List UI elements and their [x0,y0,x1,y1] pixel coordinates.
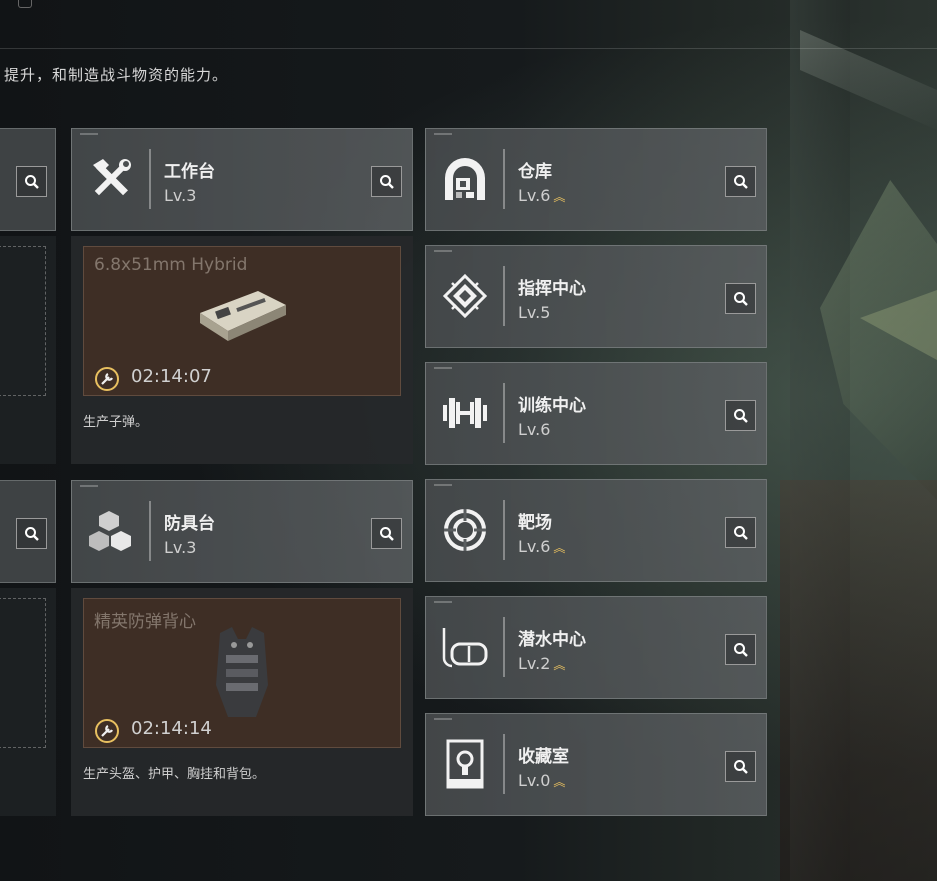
header-divider [0,48,937,49]
facility-name: 指挥中心 [518,279,586,299]
workbench-card[interactable]: 工作台 Lv.3 [71,128,413,231]
workbench-level: Lv.3 [164,186,197,205]
magnifier-icon [733,759,748,774]
background-light [860,290,937,360]
chip-icon [440,266,490,326]
magnifier-icon [24,526,39,541]
facility-name: 仓库 [518,162,552,182]
armor-bench-name: 防具台 [164,514,215,534]
craft-item-name: 6.8x51mm Hybrid [94,255,248,275]
facility-card-shooting-range[interactable]: 靶场 Lv.6 ︽ [425,479,767,582]
facility-card-command-center[interactable]: 指挥中心 Lv.5 [425,245,767,348]
magnifier-icon [379,174,394,189]
magnifier-icon [733,174,748,189]
craft-panel-partial-bottom [0,588,56,816]
facility-level: Lv.6 ︽ [518,537,565,556]
training-center-search-button[interactable] [725,400,756,431]
body-armor-image [216,627,268,717]
background-floor [780,480,937,881]
background-pillar [790,0,850,881]
magnifier-icon [733,525,748,540]
target-icon [440,500,490,560]
workbench-name: 工作台 [164,162,215,182]
armor-bench-search-button[interactable] [371,518,402,549]
magnifier-icon [24,174,39,189]
workbench-craft-panel: 6.8x51mm Hybrid 02:14:07 生产子弹。 [71,236,413,464]
facility-level: Lv.6 [518,420,551,439]
wrench-timer-icon [95,719,119,743]
diving-mask-icon [440,617,490,677]
empty-slot[interactable] [0,246,46,396]
vault-icon [440,149,490,209]
craft-item-name: 精英防弹背心 [94,612,196,632]
facility-card-diving-center[interactable]: 潜水中心 Lv.2 ︽ [425,596,767,699]
facility-card-warehouse[interactable]: 仓库 Lv.6 ︽ [425,128,767,231]
upgrade-chevron-icon: ︽ [553,541,565,555]
command-center-search-button[interactable] [725,283,756,314]
ammo-box-image [200,291,286,341]
magnifier-icon [733,291,748,306]
top-tab[interactable] [18,0,32,8]
craft-description: 生产头盔、护甲、胸挂和背包。 [83,767,266,782]
upgrade-chevron-icon: ︽ [553,658,565,672]
facility-card-partial-bottom[interactable] [0,480,56,583]
search-button[interactable] [16,518,47,549]
facility-card-partial-top[interactable] [0,128,56,231]
facility-level: Lv.5 [518,303,551,322]
facility-card-collection-room[interactable]: 收藏室 Lv.0 ︽ [425,713,767,816]
upgrade-chevron-icon: ︽ [553,775,565,789]
facility-name: 训练中心 [518,396,586,416]
craft-timer: 02:14:14 [131,718,212,739]
armor-bench-card[interactable]: 防具台 Lv.3 [71,480,413,583]
craft-panel-partial-top [0,236,56,464]
upgrade-chevron-icon: ︽ [553,190,565,204]
facility-name: 靶场 [518,513,552,533]
shooting-range-search-button[interactable] [725,517,756,548]
craft-slot-ammo[interactable]: 6.8x51mm Hybrid 02:14:07 [83,246,401,396]
facility-level: Lv.2 ︽ [518,654,565,673]
hammer-wrench-icon [86,149,136,209]
background-structure [820,180,937,500]
magnifier-icon [379,526,394,541]
empty-slot[interactable] [0,598,46,748]
armor-bench-level: Lv.3 [164,538,197,557]
background-rail [800,30,937,130]
facility-name: 收藏室 [518,747,569,767]
craft-slot-armor[interactable]: 精英防弹背心 02:14:14 [83,598,401,748]
facility-card-training-center[interactable]: 训练中心 Lv.6 [425,362,767,465]
diving-center-search-button[interactable] [725,634,756,665]
magnifier-icon [733,642,748,657]
facility-name: 潜水中心 [518,630,586,650]
warehouse-search-button[interactable] [725,166,756,197]
display-case-icon [440,734,490,794]
craft-timer: 02:14:07 [131,366,212,387]
armor-bench-craft-panel: 精英防弹背心 02:14:14 生产头盔、护甲、胸挂和背包。 [71,588,413,816]
dumbbell-icon [440,383,490,443]
page-description: 提升，和制造战斗物资的能力。 [4,66,229,84]
magnifier-icon [733,408,748,423]
search-button[interactable] [16,166,47,197]
facility-level: Lv.0 ︽ [518,771,565,790]
facility-level: Lv.6 ︽ [518,186,565,205]
craft-description: 生产子弹。 [83,415,149,430]
workbench-search-button[interactable] [371,166,402,197]
cubes-icon [86,501,136,561]
collection-room-search-button[interactable] [725,751,756,782]
wrench-timer-icon [95,367,119,391]
